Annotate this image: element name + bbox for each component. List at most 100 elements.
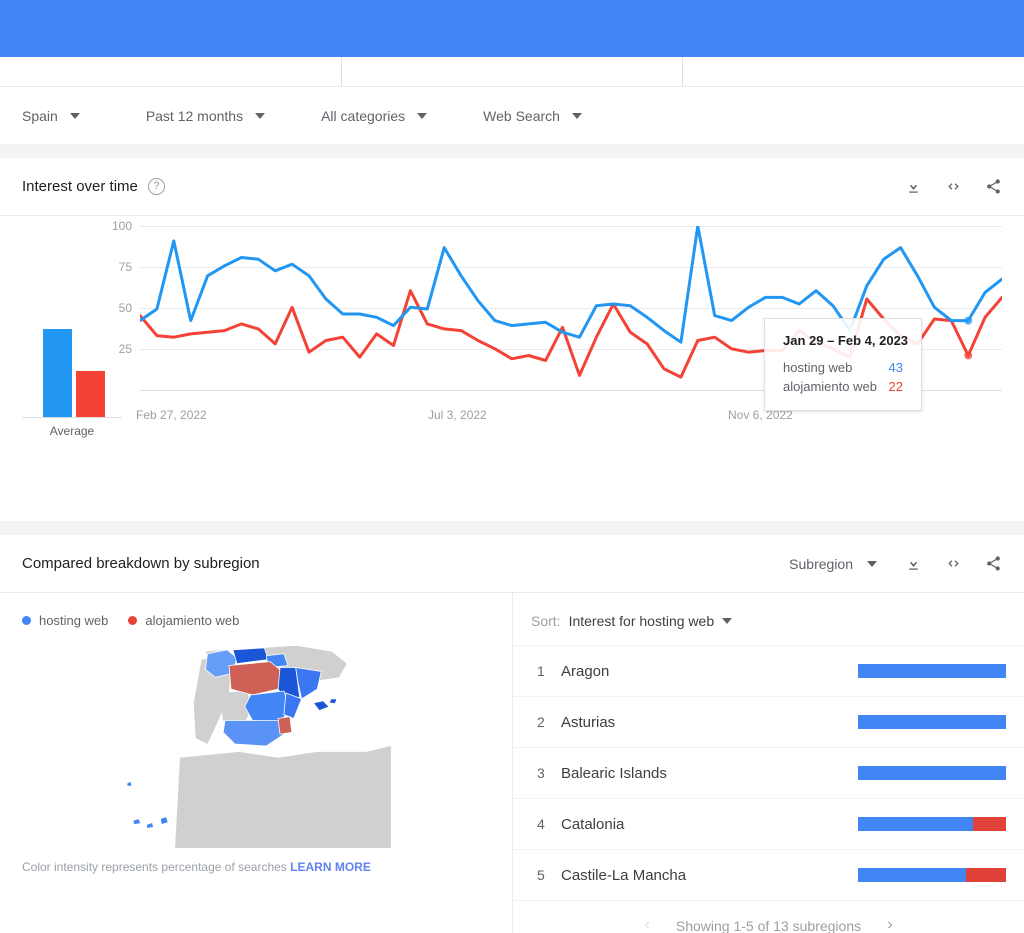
row-bar — [858, 766, 1006, 780]
interest-over-time-actions — [905, 178, 1002, 195]
embed-icon[interactable] — [944, 178, 963, 195]
row-region-name: Asturias — [561, 714, 858, 731]
filter-region[interactable]: Spain — [22, 108, 80, 124]
subregion-header: Compared breakdown by subregion Subregio… — [0, 535, 1024, 593]
row-bar — [858, 664, 1006, 678]
chevron-down-icon — [417, 113, 427, 119]
filter-search-type[interactable]: Web Search — [483, 108, 582, 124]
row-region-name: Castile-La Mancha — [561, 867, 858, 884]
sort-value: Interest for hosting web — [569, 613, 715, 629]
subregion-scope-dropdown[interactable]: Subregion — [789, 556, 877, 572]
subregion-body: hosting web alojamiento web — [0, 593, 1024, 933]
share-icon[interactable] — [985, 178, 1002, 195]
row-rank: 4 — [537, 816, 561, 832]
chart-tooltip: Jan 29 – Feb 4, 2023 hosting web 43 aloj… — [764, 318, 922, 411]
x-tick-2: Jul 3, 2022 — [428, 408, 487, 422]
table-row[interactable]: 3Balearic Islands — [513, 747, 1024, 798]
legend-label: hosting web — [39, 613, 108, 628]
tooltip-series-name: hosting web — [783, 360, 852, 375]
chevron-down-icon — [867, 561, 877, 567]
map-region-castile-leon[interactable] — [229, 662, 282, 695]
y-tick-25: 25 — [119, 342, 132, 356]
chevron-down-icon — [70, 113, 80, 119]
map-legend: hosting web alojamiento web — [0, 593, 512, 628]
search-term-input-2[interactable] — [342, 57, 684, 86]
row-bar-hosting-web — [858, 766, 1006, 780]
subregion-scope-label: Subregion — [789, 556, 853, 572]
pagination-text: Showing 1-5 of 13 subregions — [676, 918, 861, 933]
table-row[interactable]: 5Castile-La Mancha — [513, 849, 1024, 900]
subregion-card: Compared breakdown by subregion Subregio… — [0, 535, 1024, 933]
chevron-down-icon — [572, 113, 582, 119]
tooltip-series-value: 43 — [889, 360, 903, 375]
row-rank: 1 — [537, 663, 561, 679]
tooltip-row-alojamiento-web: alojamiento web 22 — [783, 379, 903, 394]
row-rank: 2 — [537, 714, 561, 730]
pagination: Showing 1-5 of 13 subregions — [513, 900, 1024, 933]
search-terms-row — [0, 57, 1024, 87]
legend-label: alojamiento web — [145, 613, 239, 628]
help-icon[interactable]: ? — [148, 178, 165, 195]
share-icon[interactable] — [985, 555, 1002, 572]
x-tick-1: Feb 27, 2022 — [136, 408, 207, 422]
table-row[interactable]: 4Catalonia — [513, 798, 1024, 849]
row-region-name: Balearic Islands — [561, 765, 858, 782]
embed-icon[interactable] — [944, 555, 963, 572]
chevron-right-icon[interactable] — [883, 918, 897, 933]
app-header-bar — [0, 0, 1024, 57]
row-rank: 5 — [537, 867, 561, 883]
interest-over-time-title-group: Interest over time ? — [22, 178, 165, 195]
filter-category[interactable]: All categories — [321, 108, 427, 124]
y-tick-75: 75 — [119, 260, 132, 274]
map-note: Color intensity represents percentage of… — [0, 848, 512, 874]
interest-over-time-card: Interest over time ? — [0, 158, 1024, 521]
row-rank: 3 — [537, 765, 561, 781]
filter-search-type-label: Web Search — [483, 108, 560, 124]
tooltip-series-name: alojamiento web — [783, 379, 877, 394]
data-point-alojamiento-web — [964, 351, 972, 359]
download-icon[interactable] — [905, 178, 922, 195]
subregion-list-panel: Sort: Interest for hosting web 1Aragon2A… — [512, 593, 1024, 933]
chevron-left-icon[interactable] — [640, 918, 654, 933]
row-bar-alojamiento-web — [973, 817, 1006, 831]
y-tick-100: 100 — [112, 219, 132, 233]
search-term-input-3[interactable] — [683, 57, 1024, 86]
sort-control[interactable]: Sort: Interest for hosting web — [513, 593, 1024, 645]
table-row[interactable]: 1Aragon — [513, 645, 1024, 696]
average-bar-hosting-web — [43, 329, 72, 417]
filter-time[interactable]: Past 12 months — [146, 108, 265, 124]
subregion-actions: Subregion — [789, 555, 1002, 572]
map-landmass-africa — [175, 746, 391, 848]
trend-line-plot: 100 75 50 25 Feb 27, 2022 Jul 3, 20 — [140, 226, 1002, 456]
interest-over-time-chart: Average 100 75 50 25 — [0, 216, 1024, 521]
subregion-rows: 1Aragon2Asturias3Balearic Islands4Catalo… — [513, 645, 1024, 900]
download-icon[interactable] — [905, 555, 922, 572]
filter-region-label: Spain — [22, 108, 58, 124]
map-note-text: Color intensity represents percentage of… — [22, 860, 287, 874]
map-region-murcia[interactable] — [278, 717, 292, 735]
search-term-input-1[interactable] — [0, 57, 342, 86]
row-bar-hosting-web — [858, 868, 966, 882]
spain-choropleth-map[interactable] — [0, 642, 512, 848]
section-divider — [0, 144, 1024, 158]
row-bar-hosting-web — [858, 715, 1006, 729]
learn-more-link[interactable]: LEARN MORE — [290, 860, 371, 874]
tooltip-series-value: 22 — [889, 379, 903, 394]
y-axis-labels: 100 75 50 25 — [98, 226, 132, 402]
legend-item-hosting-web: hosting web — [22, 613, 108, 628]
subregion-map-panel: hosting web alojamiento web — [0, 593, 512, 933]
subregion-title-group: Compared breakdown by subregion — [22, 555, 260, 572]
filter-category-label: All categories — [321, 108, 405, 124]
row-region-name: Aragon — [561, 663, 858, 680]
filter-time-label: Past 12 months — [146, 108, 243, 124]
table-row[interactable]: 2Asturias — [513, 696, 1024, 747]
tooltip-date: Jan 29 – Feb 4, 2023 — [783, 333, 903, 348]
row-bar — [858, 817, 1006, 831]
map-svg[interactable] — [0, 642, 512, 848]
row-bar — [858, 715, 1006, 729]
row-region-name: Catalonia — [561, 816, 858, 833]
google-trends-page: Spain Past 12 months All categories Web … — [0, 0, 1024, 933]
tooltip-row-hosting-web: hosting web 43 — [783, 360, 903, 375]
legend-dot-icon — [22, 616, 31, 625]
row-bar — [858, 868, 1006, 882]
